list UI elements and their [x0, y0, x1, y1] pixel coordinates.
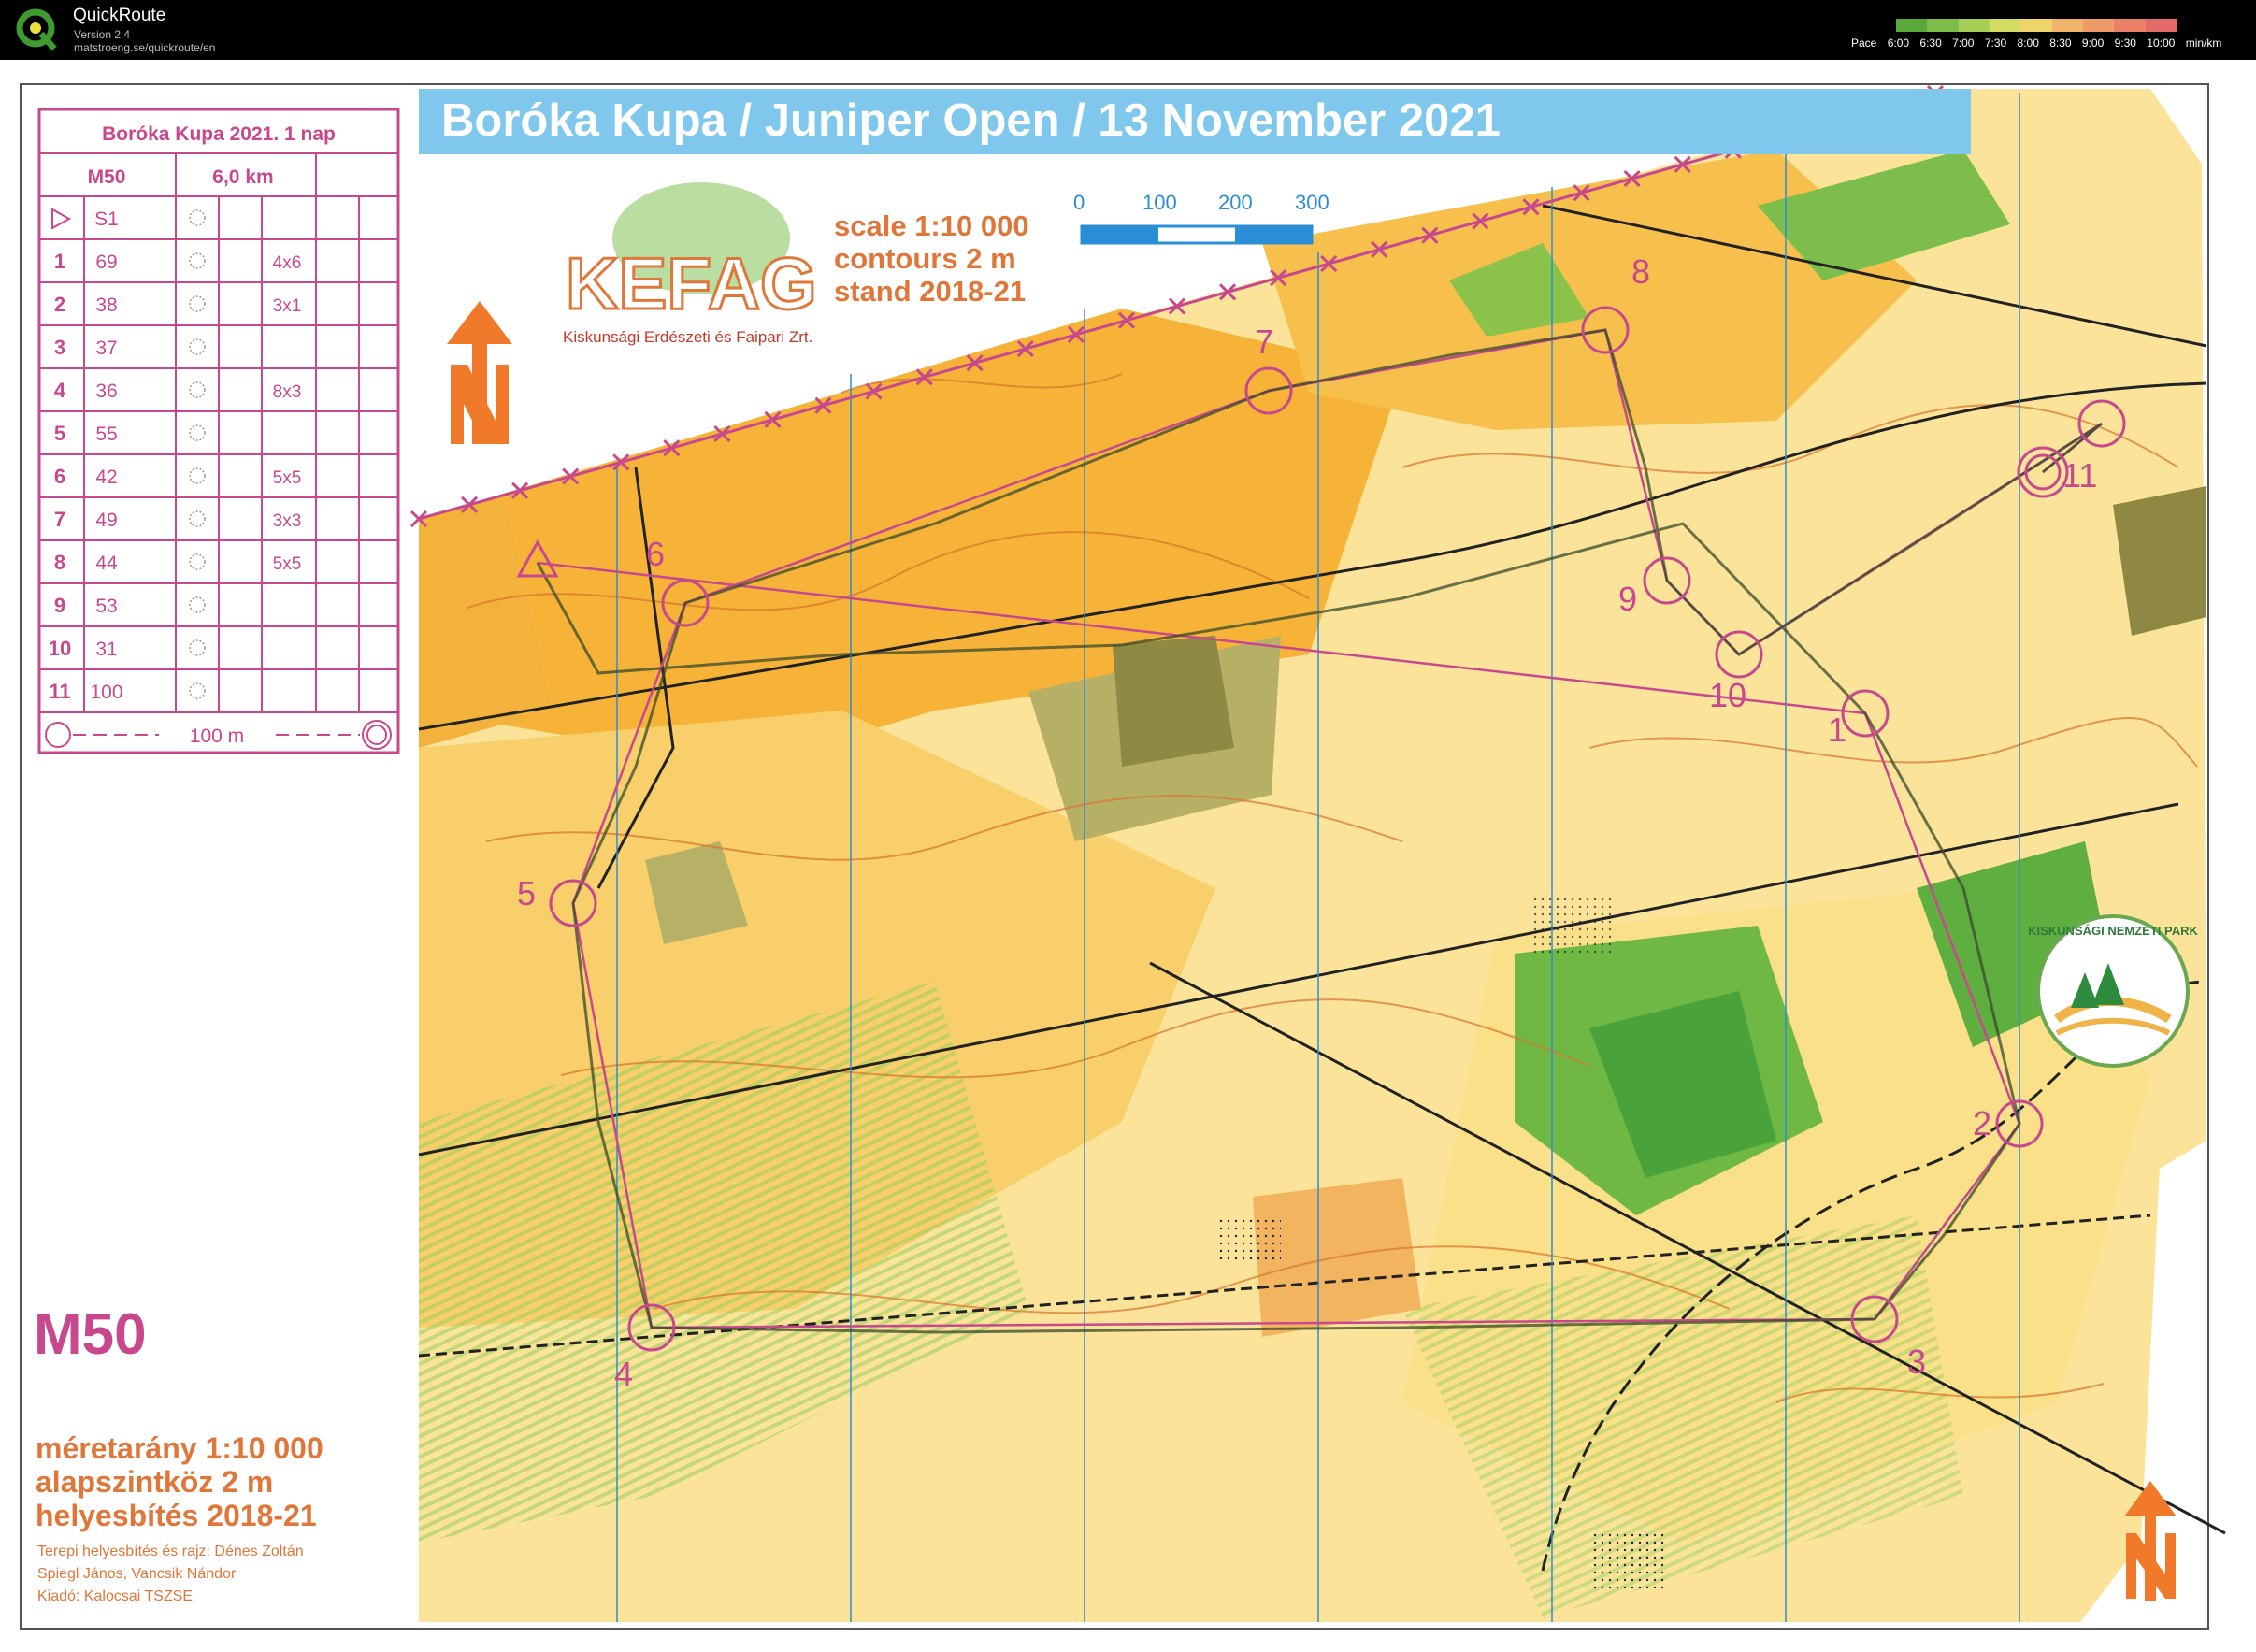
credits-text: Terepi helyesbítés és rajz: Dénes Zoltán [37, 1544, 304, 1559]
hu-contour-text: alapszintköz 2 m [36, 1465, 273, 1499]
credits-text: Spiegl János, Vancsik Nándor [37, 1566, 237, 1582]
pace-color-bar [1896, 19, 2177, 32]
hu-scale-text: méretarány 1:10 000 [36, 1431, 323, 1465]
description-cell: 5 [54, 422, 65, 445]
pace-label: Pace [1851, 36, 1877, 50]
description-cell: 4 [54, 379, 66, 402]
control-description-sheet: Boróka Kupa 2021. 1 napM50 6,0 kmS11 69 4x6… [37, 108, 400, 754]
pace-tick: 7:30 [1984, 36, 2007, 50]
contours-text: contours 2 m [834, 242, 1016, 275]
description-cell: 37 [95, 338, 117, 359]
description-cell: 3 [54, 336, 65, 359]
control-number: 7 [1255, 323, 1273, 361]
kefag-logo-text: KEFAG [566, 242, 817, 324]
description-cell: Boróka Kupa 2021. 1 nap [102, 123, 336, 145]
description-cell: 11 [49, 680, 70, 703]
control-number: 8 [1631, 252, 1650, 291]
description-cell: 3x3 [273, 511, 302, 531]
scale-tick: 0 [1073, 191, 1085, 214]
description-cell: 69 [95, 251, 117, 273]
pace-unit: min/km [2185, 36, 2222, 50]
hu-revision-text: helyesbítés 2018-21 [36, 1499, 317, 1532]
description-cell: 1 [54, 250, 65, 273]
quickroute-logo-icon [16, 8, 57, 51]
scale-tick: 100 [1142, 191, 1177, 214]
pace-tick: 8:00 [2017, 36, 2039, 50]
map-canvas[interactable]: Boróka Kupa / Juniper Open / 13 November… [0, 60, 2256, 1652]
description-cell: 8x3 [273, 382, 302, 402]
description-cell: 38 [95, 294, 117, 316]
pace-legend: Pace 6:00 6:30 7:00 7:30 8:00 8:30 9:00 … [1851, 36, 2229, 50]
description-cell: 7 [54, 508, 65, 531]
description-cell: 44 [95, 553, 118, 574]
pace-tick: 6:30 [1919, 36, 1942, 50]
control-number: 3 [1907, 1343, 1926, 1381]
pace-color-swatch [1958, 19, 1990, 32]
description-cell: 5x5 [273, 554, 302, 574]
pace-color-swatch [1927, 19, 1959, 32]
description-cell: 55 [95, 424, 117, 445]
app-url: matstroeng.se/quickroute/en [74, 41, 216, 54]
description-cell: 31 [95, 639, 117, 660]
pace-color-swatch [2020, 19, 2052, 32]
description-cell: 4x6 [273, 253, 302, 273]
description-cell: 6 [54, 465, 65, 488]
description-cell: 3x1 [273, 296, 302, 316]
park-logo-text: KISKUNSÁGI NEMZETI PARK [2028, 924, 2198, 938]
control-number: 9 [1618, 580, 1637, 618]
pace-tick: 6:00 [1887, 36, 1910, 50]
description-cell: 100 m [190, 725, 244, 747]
description-cell: 10 [49, 637, 71, 660]
publisher-name: Kiskunsági Erdészeti és Faipari Zrt. [563, 328, 812, 346]
app-name: QuickRoute [73, 6, 166, 25]
map-banner-title: Boróka Kupa / Juniper Open / 13 November… [441, 95, 1501, 146]
pace-tick: 9:30 [2114, 36, 2136, 50]
control-number: 4 [614, 1355, 633, 1393]
orienteering-map[interactable]: Boróka Kupa / Juniper Open / 13 November… [0, 60, 2256, 1652]
description-cell: M50 [88, 166, 126, 188]
description-cell: S1 [94, 208, 119, 230]
scale-tick: 200 [1218, 191, 1253, 214]
description-cell: 8 [54, 551, 65, 574]
scale-tick: 300 [1295, 191, 1329, 214]
description-cell: 100 [90, 682, 122, 703]
control-number: 5 [517, 874, 536, 912]
pace-color-swatch [2114, 19, 2146, 32]
pace-color-swatch [1989, 19, 2021, 32]
control-number: 10 [1709, 676, 1746, 714]
control-number: 6 [646, 535, 665, 573]
app-version: Version 2.4 [74, 28, 131, 41]
scale-text: scale 1:10 000 [834, 209, 1029, 242]
description-cell: 9 [54, 594, 65, 617]
pace-tick: 7:00 [1952, 36, 1975, 50]
stand-text: stand 2018-21 [834, 275, 1026, 308]
pace-tick: 10:00 [2147, 36, 2176, 50]
description-cell: 6,0 km [212, 166, 273, 188]
pace-tick: 8:30 [2049, 36, 2072, 50]
pace-color-swatch [2051, 19, 2083, 32]
description-cell: 36 [95, 381, 117, 402]
description-cell: 49 [95, 510, 117, 531]
description-cell: 53 [95, 596, 117, 617]
description-cell: 5x5 [273, 468, 302, 488]
control-number: 2 [1973, 1104, 1991, 1142]
pace-color-swatch [1896, 19, 1928, 32]
description-cell: 42 [95, 467, 117, 488]
description-cell: 2 [54, 293, 65, 316]
pace-color-swatch [2082, 19, 2115, 32]
class-label: M50 [34, 1302, 147, 1367]
control-number: 1 [1828, 711, 1846, 749]
credits-text: Kiadó: Kalocsai TSZSE [37, 1588, 193, 1604]
title-bar: QuickRoute Version 2.4 matstroeng.se/qui… [0, 0, 2256, 60]
pace-color-swatch [2145, 19, 2177, 32]
pace-tick: 9:00 [2081, 36, 2105, 50]
